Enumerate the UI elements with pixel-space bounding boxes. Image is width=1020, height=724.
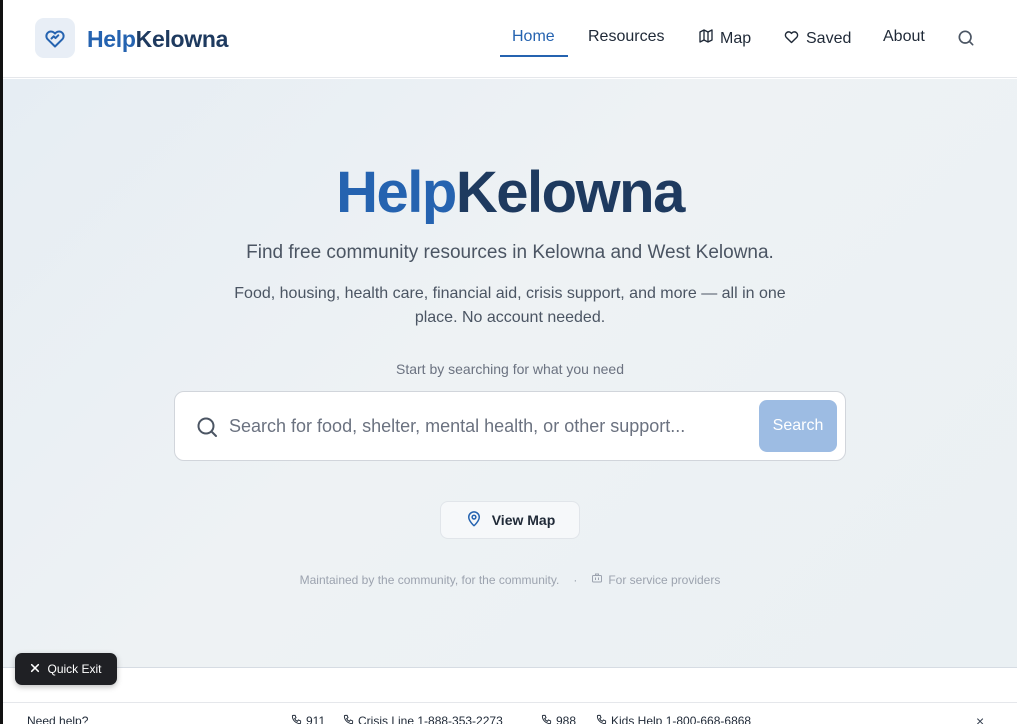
map-pin-icon xyxy=(465,510,483,531)
hero-description: Food, housing, health care, financial ai… xyxy=(234,285,786,326)
nav-map-label: Map xyxy=(720,29,752,47)
nav-home-label: Home xyxy=(512,28,555,45)
search-input[interactable] xyxy=(229,392,749,460)
search-icon xyxy=(195,415,219,439)
hero-title: HelpKelowna xyxy=(3,159,1017,226)
briefcase-icon xyxy=(591,572,603,587)
nav-about-label: About xyxy=(883,28,925,45)
nav-resources-label: Resources xyxy=(588,28,665,45)
phone-icon xyxy=(291,714,302,724)
content-below-hero xyxy=(3,667,1017,702)
nav-active-underline xyxy=(500,55,568,57)
phone-988-link[interactable]: 988 xyxy=(541,714,576,724)
main-nav: Home Resources Map Saved About xyxy=(3,0,1017,78)
search-button[interactable]: Search xyxy=(759,400,837,452)
maintained-text: Maintained by the community, for the com… xyxy=(299,572,560,587)
heart-icon xyxy=(783,28,800,50)
close-icon xyxy=(30,662,40,676)
nav-about[interactable]: About xyxy=(883,28,925,46)
site-header: HelpKelowna Home Resources Map Saved Abo… xyxy=(3,0,1017,78)
phone-icon xyxy=(541,714,552,724)
nav-saved[interactable]: Saved xyxy=(783,28,851,50)
view-map-label: View Map xyxy=(491,512,556,528)
phone-icon xyxy=(343,714,354,724)
separator-dot: · xyxy=(573,572,578,587)
search-prompt: Start by searching for what you need xyxy=(395,361,625,377)
service-providers-label: For service providers xyxy=(608,572,721,587)
phone-kids-help-label: Kids Help 1-800-668-6868 xyxy=(611,714,752,724)
help-bar-close-icon[interactable]: × xyxy=(976,713,984,724)
phone-kids-help-link[interactable]: Kids Help 1-800-668-6868 xyxy=(596,714,751,724)
emergency-help-bar: Need help? 911 Crisis Line 1-888-353-227… xyxy=(3,702,1017,724)
hero-title-help: Help xyxy=(336,160,457,225)
need-help-label: Need help? xyxy=(27,714,89,724)
hero-title-kelowna: Kelowna xyxy=(455,160,686,225)
browser-viewport: HelpKelowna Home Resources Map Saved Abo… xyxy=(3,0,1017,724)
phone-988-label: 988 xyxy=(556,714,577,724)
nav-home[interactable]: Home xyxy=(512,28,555,46)
phone-crisis-label: Crisis Line 1-888-353-2273 xyxy=(358,714,503,724)
header-search-icon[interactable] xyxy=(956,28,978,50)
hero-subtitle: Find free community resources in Kelowna… xyxy=(246,242,774,263)
service-providers-link[interactable]: For service providers xyxy=(591,572,720,587)
quick-exit-button[interactable]: Quick Exit xyxy=(15,653,117,685)
phone-911-link[interactable]: 911 xyxy=(291,714,325,724)
hero-footer-note: Maintained by the community, for the com… xyxy=(3,572,1017,587)
nav-saved-label: Saved xyxy=(806,30,852,47)
nav-resources[interactable]: Resources xyxy=(588,28,664,46)
search-box: Search xyxy=(174,391,846,461)
view-map-button[interactable]: View Map xyxy=(440,501,580,539)
map-icon xyxy=(698,28,714,49)
nav-map[interactable]: Map xyxy=(698,28,751,49)
hero-section: HelpKelowna Find free community resource… xyxy=(3,79,1017,667)
phone-911-label: 911 xyxy=(306,714,326,724)
phone-crisis-link[interactable]: Crisis Line 1-888-353-2273 xyxy=(343,714,503,724)
quick-exit-label: Quick Exit xyxy=(47,662,102,676)
phone-icon xyxy=(596,714,607,724)
